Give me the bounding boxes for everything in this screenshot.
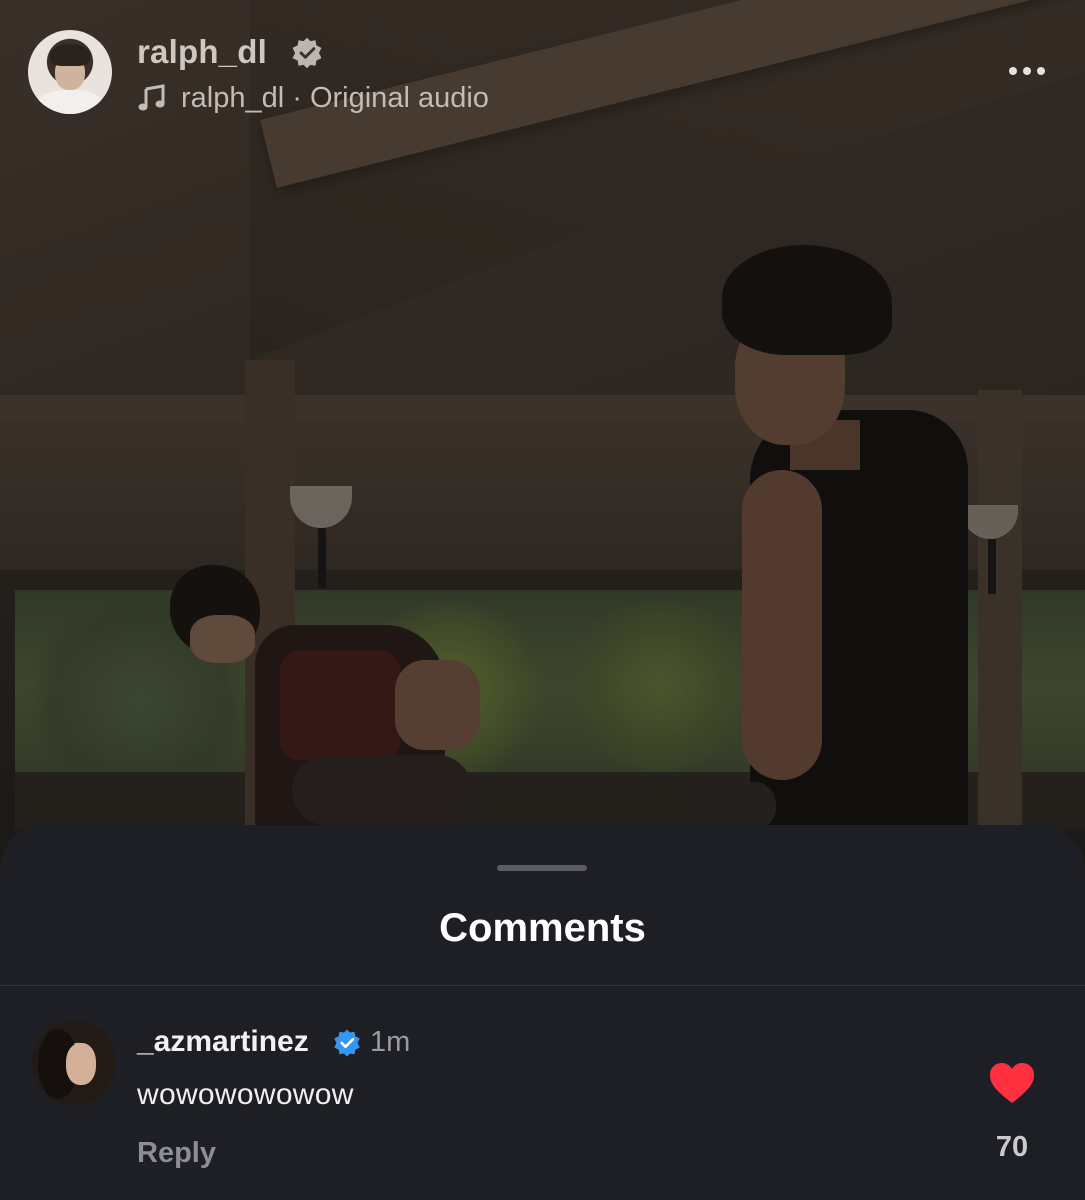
verified-badge-icon bbox=[334, 1029, 360, 1057]
reply-button[interactable]: Reply bbox=[137, 1131, 216, 1175]
verified-badge-icon bbox=[292, 37, 322, 69]
video-dim-overlay bbox=[0, 0, 1085, 900]
author-username[interactable]: ralph_dl bbox=[137, 30, 267, 74]
comments-title: Comments bbox=[439, 906, 646, 950]
comment-text: wowowowowow bbox=[137, 1078, 354, 1111]
like-count: 70 bbox=[995, 1131, 1029, 1163]
avatar-hair bbox=[50, 44, 90, 66]
sheet-drag-handle[interactable] bbox=[497, 865, 587, 871]
reel-header: ralph_dl ralph_dl · Original audio bbox=[0, 0, 1085, 130]
commenter-avatar[interactable] bbox=[32, 1021, 116, 1105]
reel-video-frame[interactable] bbox=[0, 0, 1085, 900]
music-note-icon bbox=[138, 84, 165, 111]
audio-label[interactable]: ralph_dl · Original audio bbox=[181, 78, 489, 118]
author-avatar[interactable] bbox=[28, 30, 112, 114]
avatar-face bbox=[66, 1043, 96, 1085]
more-options-icon[interactable] bbox=[1002, 58, 1052, 84]
avatar-shirt bbox=[36, 90, 104, 114]
heart-icon[interactable] bbox=[988, 1061, 1036, 1105]
sheet-divider bbox=[0, 985, 1085, 986]
comments-sheet: Comments _azmartinez 1m wowowowowow Repl… bbox=[0, 825, 1085, 1200]
commenter-username[interactable]: _azmartinez bbox=[137, 1021, 309, 1063]
comment-timestamp: 1m bbox=[370, 1026, 411, 1058]
